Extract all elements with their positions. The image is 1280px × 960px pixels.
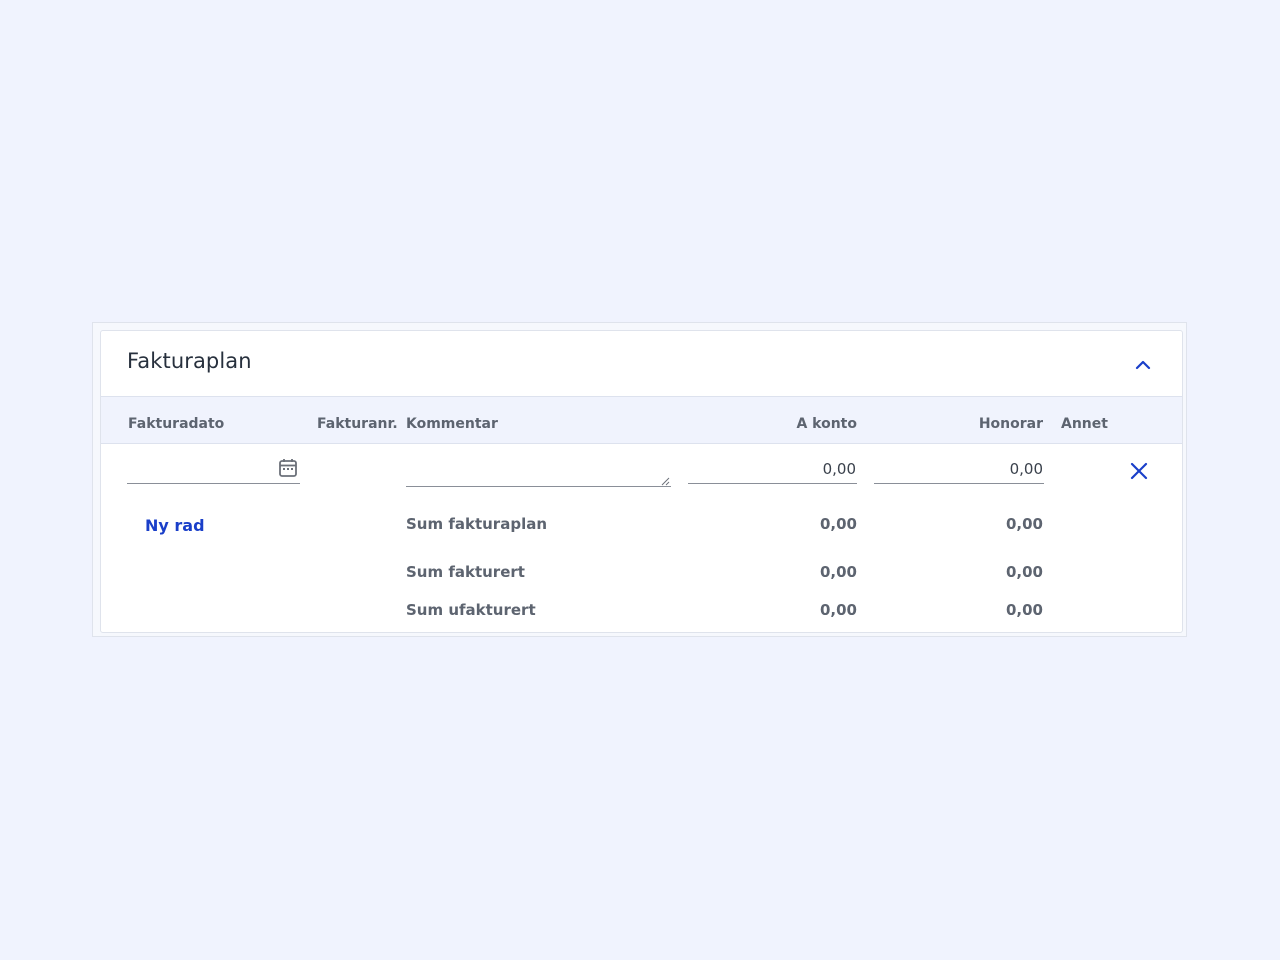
column-header-honorar: Honorar — [978, 416, 1043, 432]
sum-fakturaplan-label: Sum fakturaplan — [406, 515, 548, 533]
calendar-icon — [279, 459, 297, 477]
fakturadato-input[interactable] — [127, 455, 300, 484]
close-icon — [1130, 462, 1148, 480]
delete-row-button[interactable] — [1127, 459, 1151, 483]
table-header: Fakturadato Fakturanr. Kommentar A konto… — [101, 397, 1182, 444]
column-header-annet: Annet — [1061, 416, 1108, 432]
sum-ufakturert-honorar: 0,00 — [1005, 601, 1043, 619]
chevron-up-icon — [1135, 360, 1151, 370]
resize-grip-icon[interactable] — [660, 476, 670, 486]
sum-fakturert-label: Sum fakturert — [406, 563, 525, 581]
fakturaplan-panel: Fakturaplan Fakturadato Fakturanr. Komme… — [100, 330, 1183, 633]
sum-fakturaplan-a-konto: 0,00 — [819, 515, 857, 533]
honorar-input[interactable] — [874, 455, 1044, 484]
kommentar-textarea[interactable] — [406, 455, 671, 487]
panel-title: Fakturaplan — [127, 349, 252, 373]
new-row-button[interactable]: Ny rad — [145, 516, 205, 535]
fakturaplan-section: Fakturaplan Fakturadato Fakturanr. Komme… — [92, 322, 1187, 637]
calendar-button[interactable] — [277, 457, 299, 479]
collapse-button[interactable] — [1129, 351, 1157, 379]
a-konto-input[interactable] — [688, 455, 857, 484]
panel-header: Fakturaplan — [101, 331, 1182, 397]
column-header-kommentar: Kommentar — [406, 416, 498, 432]
sum-fakturert-a-konto: 0,00 — [819, 563, 857, 581]
column-header-fakturadato: Fakturadato — [128, 416, 225, 432]
sum-ufakturert-a-konto: 0,00 — [819, 601, 857, 619]
sum-fakturert-honorar: 0,00 — [1005, 563, 1043, 581]
column-header-fakturanr: Fakturanr. — [317, 416, 398, 432]
column-header-a-konto: A konto — [796, 416, 857, 432]
sum-fakturaplan-honorar: 0,00 — [1005, 515, 1043, 533]
sum-ufakturert-label: Sum ufakturert — [406, 601, 536, 619]
